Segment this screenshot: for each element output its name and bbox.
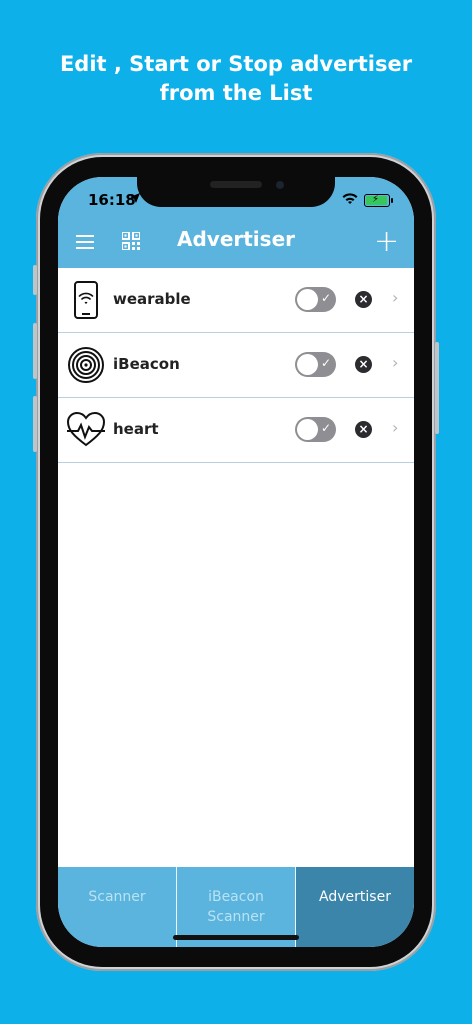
battery-icon: ⚡ (364, 194, 393, 207)
list-item-label: heart (113, 420, 159, 438)
tab-scanner[interactable]: Scanner (58, 867, 176, 947)
phone-wifi-icon (74, 281, 98, 319)
speaker-grille (210, 181, 262, 188)
promo-line-2: from the List (159, 81, 313, 105)
page-title: Advertiser (176, 227, 295, 251)
list-item[interactable]: iBeacon ✓ × › (58, 333, 414, 398)
phone-volume-down (33, 396, 37, 452)
home-indicator[interactable] (173, 935, 299, 940)
chevron-right-icon[interactable]: › (392, 288, 398, 307)
enable-toggle[interactable]: ✓ (295, 417, 336, 442)
advertiser-list: wearable ✓ × › iBeacon ✓ × › heart ✓ × › (58, 268, 414, 463)
list-item-label: wearable (113, 290, 191, 308)
ibeacon-icon (68, 347, 104, 383)
chevron-right-icon[interactable]: › (392, 353, 398, 372)
tab-label: iBeacon Scanner (207, 889, 265, 925)
delete-icon[interactable]: × (355, 291, 372, 308)
phone-mute-switch (33, 265, 37, 295)
list-item-label: iBeacon (113, 355, 180, 373)
location-arrow-icon (130, 193, 140, 203)
promo-line-1: Edit , Start or Stop advertiser (59, 52, 413, 76)
app-screen: 16:18 ⚡ Advertiser + wearable ✓ × › iBea… (58, 177, 414, 947)
delete-icon[interactable]: × (355, 356, 372, 373)
phone-power-button (435, 342, 439, 434)
list-item[interactable]: heart ✓ × › (58, 398, 414, 463)
status-time: 16:18 (88, 191, 136, 209)
front-camera (276, 181, 284, 189)
phone-notch (137, 157, 335, 207)
enable-toggle[interactable]: ✓ (295, 287, 336, 312)
delete-icon[interactable]: × (355, 421, 372, 438)
wifi-icon (342, 193, 358, 204)
tab-label: Advertiser (319, 889, 391, 905)
promo-heading: Edit , Start or Stop advertiser from the… (0, 50, 472, 108)
list-item[interactable]: wearable ✓ × › (58, 268, 414, 333)
chevron-right-icon[interactable]: › (392, 418, 398, 437)
phone-volume-up (33, 323, 37, 379)
add-advertiser-button[interactable]: + (374, 227, 399, 257)
tab-advertiser[interactable]: Advertiser (296, 867, 414, 947)
heart-pulse-icon (66, 411, 106, 447)
enable-toggle[interactable]: ✓ (295, 352, 336, 377)
tab-label: Scanner (88, 889, 146, 905)
